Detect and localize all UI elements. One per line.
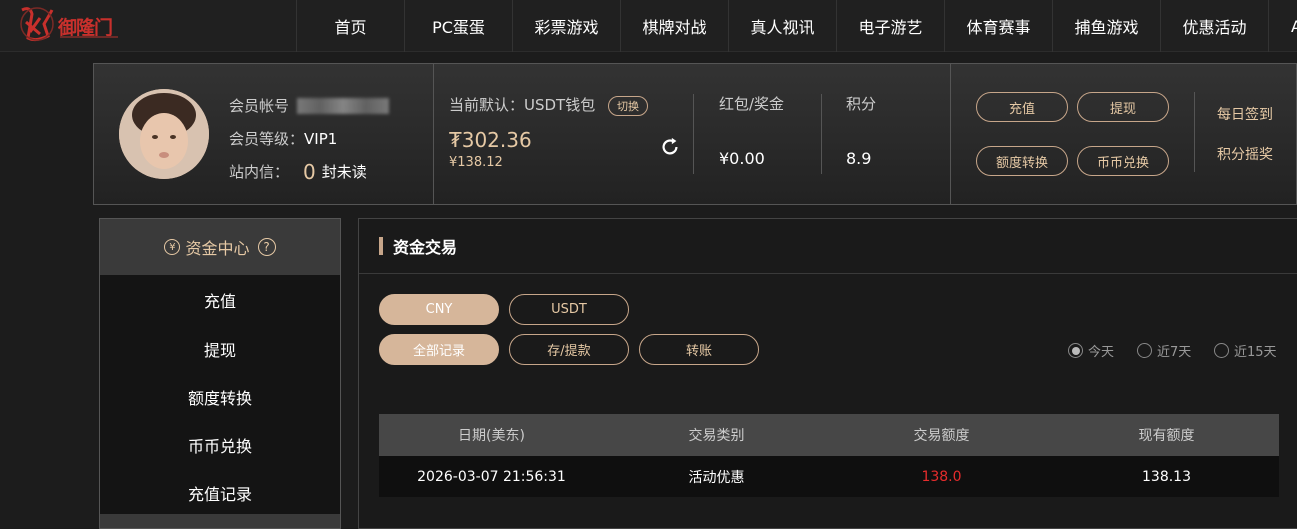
sidebar-item-deposit[interactable]: 充值 xyxy=(100,275,340,325)
redpacket-label: 红包/奖金 xyxy=(719,95,785,113)
nav-live-casino[interactable]: 真人视讯 xyxy=(728,0,836,52)
column-balance: 现有额度 xyxy=(1138,428,1195,444)
logo-underline xyxy=(60,36,118,38)
radio-checked-icon xyxy=(1068,343,1083,358)
level-value: VIP1 xyxy=(304,129,338,148)
page-title: 资金交易 xyxy=(393,238,458,257)
avatar[interactable] xyxy=(119,89,209,179)
sidebar-header: ¥ 资金中心 ? xyxy=(100,219,340,275)
switch-wallet-button[interactable]: 切换 xyxy=(608,96,648,116)
account-label: 会员帐号 xyxy=(229,97,290,115)
table-row: 2026-03-07 21:56:31 活动优惠 138.0 138.13 xyxy=(379,456,1279,497)
exchange-button[interactable]: 币币兑换 xyxy=(1077,146,1169,176)
redpacket-value: ¥0.00 xyxy=(719,149,765,168)
column-date: 日期(美东) xyxy=(458,428,525,444)
main-nav: 首页 PC蛋蛋 彩票游戏 棋牌对战 真人视讯 电子游艺 体育赛事 捕鱼游戏 优惠… xyxy=(296,0,1297,52)
range-today-label: 今天 xyxy=(1088,345,1115,360)
main-panel: 资金交易 CNY USDT 全部记录 存/提款 转账 今天 近7天 近15天 日… xyxy=(358,218,1297,529)
nav-lottery[interactable]: 彩票游戏 xyxy=(512,0,620,52)
divider xyxy=(821,94,822,174)
points-label: 积分 xyxy=(846,95,877,113)
top-navigation-bar: 御隆门 首页 PC蛋蛋 彩票游戏 棋牌对战 真人视讯 电子游艺 体育赛事 捕鱼游… xyxy=(0,0,1297,52)
mail-label: 站内信： xyxy=(229,163,290,181)
mail-row[interactable]: 站内信： 0 封未读 xyxy=(229,155,389,188)
points-lottery-link[interactable]: 积分摇奖 xyxy=(1217,144,1273,164)
wallet-balance: ₮302.36 xyxy=(449,128,532,152)
sidebar-item-transfer[interactable]: 额度转换 xyxy=(100,373,340,421)
range-today[interactable]: 今天 xyxy=(1068,341,1114,360)
member-info-panel: 会员帐号 会员等级： VIP1 站内信： 0 封未读 当前默认：USDT钱包 切… xyxy=(93,63,1297,205)
tab-usdt[interactable]: USDT xyxy=(509,294,629,325)
sidebar-item-deposit-records[interactable]: 充值记录 xyxy=(100,469,340,517)
level-row: 会员等级： VIP1 xyxy=(229,122,389,155)
column-amount: 交易额度 xyxy=(913,428,970,444)
nav-chess-cards[interactable]: 棋牌对战 xyxy=(620,0,728,52)
wallet-balance-cny: ¥138.12 xyxy=(449,155,503,170)
sidebar-item-exchange[interactable]: 币币兑换 xyxy=(100,421,340,469)
range-15days-label: 近15天 xyxy=(1234,345,1277,360)
help-icon[interactable]: ? xyxy=(257,238,276,256)
wallet-default: 当前默认：USDT钱包 切换 xyxy=(449,94,648,116)
divider xyxy=(1194,92,1195,172)
nav-slots[interactable]: 电子游艺 xyxy=(836,0,944,52)
cell-balance: 138.13 xyxy=(1142,468,1191,485)
divider xyxy=(433,64,434,204)
unread-suffix: 封未读 xyxy=(321,163,367,181)
tab-all-records[interactable]: 全部记录 xyxy=(379,334,499,365)
nav-pc-egg[interactable]: PC蛋蛋 xyxy=(404,0,512,52)
points-value: 8.9 xyxy=(846,149,872,168)
cell-amount: 138.0 xyxy=(921,468,962,485)
withdraw-button[interactable]: 提现 xyxy=(1077,92,1169,122)
column-type: 交易类别 xyxy=(688,428,745,444)
unread-count[interactable]: 0 xyxy=(303,160,316,184)
transactions-table: 日期(美东) 交易类别 交易额度 现有额度 2026-03-07 21:56:3… xyxy=(379,414,1279,497)
range-7days[interactable]: 近7天 xyxy=(1137,341,1191,360)
level-label: 会员等级： xyxy=(229,130,305,148)
divider xyxy=(950,64,951,204)
title-accent-bar xyxy=(379,237,383,255)
divider xyxy=(693,94,694,174)
sidebar-item-withdraw[interactable]: 提现 xyxy=(100,325,340,373)
site-logo[interactable]: 御隆门 xyxy=(18,4,118,44)
tab-transfer[interactable]: 转账 xyxy=(639,334,759,365)
deposit-button[interactable]: 充值 xyxy=(976,92,1068,122)
range-15days[interactable]: 近15天 xyxy=(1214,341,1277,360)
nav-sports[interactable]: 体育赛事 xyxy=(944,0,1052,52)
refresh-icon[interactable] xyxy=(659,136,681,158)
table-header: 日期(美东) 交易类别 交易额度 现有额度 xyxy=(379,414,1279,456)
wallet-default-label: 当前默认：USDT钱包 xyxy=(449,96,596,114)
account-name-blurred xyxy=(297,97,390,114)
nav-promotions[interactable]: 优惠活动 xyxy=(1160,0,1268,52)
range-7days-label: 近7天 xyxy=(1157,345,1192,360)
yen-coin-icon: ¥ xyxy=(164,239,181,255)
radio-unchecked-icon xyxy=(1214,343,1229,358)
radio-unchecked-icon xyxy=(1137,343,1152,358)
nav-fishing[interactable]: 捕鱼游戏 xyxy=(1052,0,1160,52)
account-row: 会员帐号 xyxy=(229,89,390,122)
cell-date: 2026-03-07 21:56:31 xyxy=(417,468,566,485)
tab-cny[interactable]: CNY xyxy=(379,294,499,325)
daily-signin-link[interactable]: 每日签到 xyxy=(1217,104,1273,124)
nav-home[interactable]: 首页 xyxy=(296,0,404,52)
logo-emblem-icon xyxy=(20,7,54,42)
sidebar-item-next[interactable] xyxy=(100,514,340,528)
sidebar-title: 资金中心 xyxy=(185,239,250,258)
cell-type: 活动优惠 xyxy=(688,469,745,486)
transfer-button[interactable]: 额度转换 xyxy=(976,146,1068,176)
tab-deposit-withdraw[interactable]: 存/提款 xyxy=(509,334,629,365)
sidebar: ¥ 资金中心 ? 充值 提现 额度转换 币币兑换 充值记录 xyxy=(99,218,341,529)
panel-header: 资金交易 xyxy=(359,219,1297,274)
avatar-image xyxy=(119,89,209,179)
user-info: 会员帐号 会员等级： VIP1 站内信： 0 封未读 xyxy=(229,89,390,188)
nav-more[interactable]: A xyxy=(1268,0,1297,52)
